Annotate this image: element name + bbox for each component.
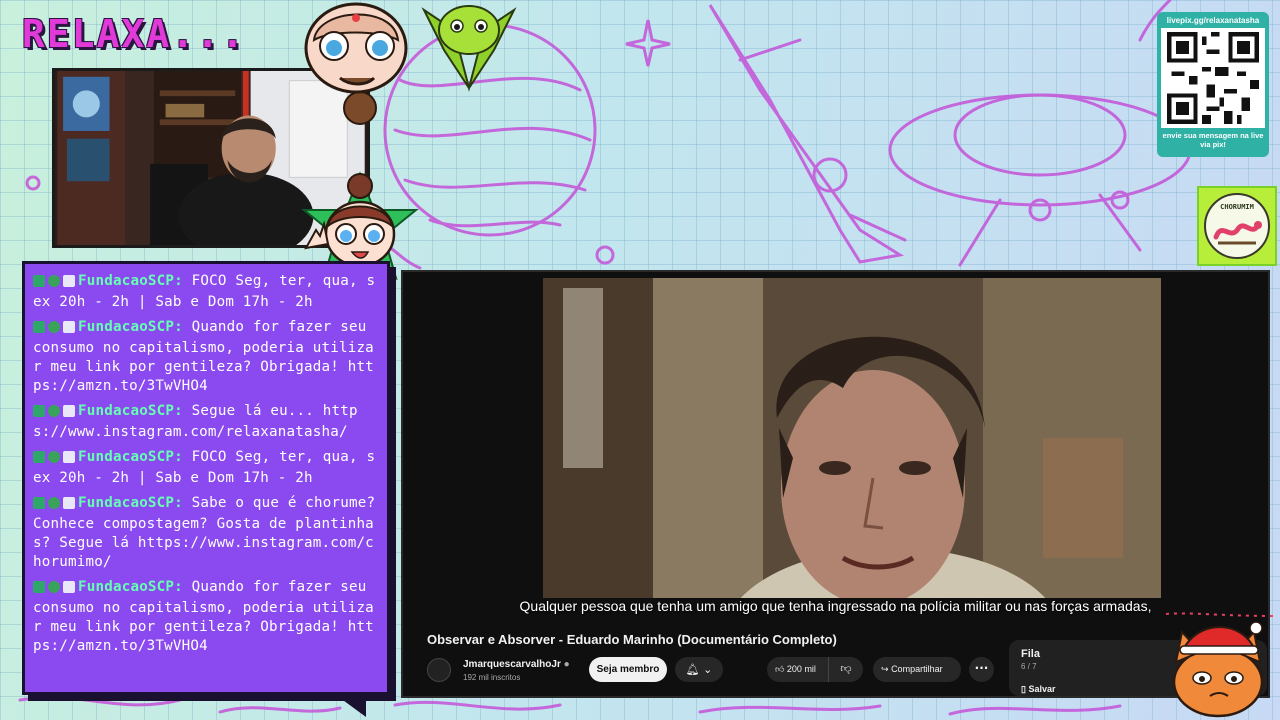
thumbs-up-icon: 👍︎ <box>775 664 785 674</box>
chat-bubble-tail <box>336 695 366 717</box>
badge-icon <box>33 451 45 463</box>
bot-badge-icon <box>63 451 75 463</box>
video-title[interactable]: Observar e Absorver - Eduardo Marinho (D… <box>427 632 837 647</box>
badge-icon <box>33 497 45 509</box>
verified-icon: ● <box>563 659 570 670</box>
badge-icon <box>33 275 45 287</box>
alien-badge-icon <box>48 451 60 463</box>
chat-message: FundacaoSCP: FOCO Seg, ter, qua, sex 20h… <box>33 448 381 488</box>
bookmark-icon: ▯ <box>1021 684 1026 694</box>
chat-username[interactable]: FundacaoSCP: <box>78 319 183 335</box>
chat-username[interactable]: FundacaoSCP: <box>78 449 183 465</box>
chat-badges <box>33 450 78 469</box>
channel-name-text[interactable]: JmarquescarvalhoJr <box>463 659 561 670</box>
badge-icon <box>33 405 45 417</box>
dislike-button[interactable]: 👎︎ <box>829 657 863 682</box>
alien-badge-icon <box>48 405 60 417</box>
share-button[interactable]: ↪ Compartilhar <box>873 657 961 682</box>
video-actions-row: JmarquescarvalhoJr ● 192 mil inscritos S… <box>427 654 997 688</box>
stream-title: RELAXA... <box>22 12 246 56</box>
chat-panel: FundacaoSCP: FOCO Seg, ter, qua, sex 20h… <box>22 261 390 695</box>
join-button[interactable]: Seja membro <box>589 657 667 682</box>
chat-badges <box>33 320 78 339</box>
chat-username[interactable]: FundacaoSCP: <box>78 403 183 419</box>
chat-message-list: FundacaoSCP: FOCO Seg, ter, qua, sex 20h… <box>33 272 381 656</box>
bot-badge-icon <box>63 581 75 593</box>
chat-username[interactable]: FundacaoSCP: <box>78 579 183 595</box>
chat-message: FundacaoSCP: Quando for fazer seu consum… <box>33 578 381 656</box>
more-options-button[interactable]: ··· <box>969 657 994 682</box>
share-label: Compartilhar <box>891 664 943 674</box>
youtube-player-panel: Qualquer pessoa que tenha um amigo que t… <box>401 270 1270 698</box>
chat-message: FundacaoSCP: Quando for fazer seu consum… <box>33 318 381 396</box>
save-label: Salvar <box>1028 684 1056 694</box>
video-player[interactable] <box>543 278 1161 598</box>
notification-bell-button[interactable]: 🔔︎ ⌄ <box>675 657 723 682</box>
chat-badges <box>33 580 78 599</box>
livepix-qr-card: livepix.gg/relaxanatasha envie sua mensa… <box>1157 12 1269 157</box>
christmas-cat-sticker <box>1165 612 1277 718</box>
worm-icon <box>1213 221 1262 245</box>
like-dislike-group: 👍︎ 200 mil 👎︎ <box>767 657 863 682</box>
save-button[interactable]: ▯ Salvar <box>1021 684 1056 695</box>
bell-icon: 🔔︎ <box>685 663 700 676</box>
qr-code-image <box>1167 32 1259 124</box>
qr-caption: envie sua mensagem na live via pix! <box>1162 131 1264 149</box>
channel-avatar[interactable] <box>427 658 451 682</box>
chorumim-badge: CHORUMIM <box>1197 186 1277 266</box>
cartoon-face-sticker <box>304 2 408 125</box>
alien-badge-icon <box>48 497 60 509</box>
channel-name[interactable]: JmarquescarvalhoJr ● <box>463 659 570 670</box>
share-icon: ↪ <box>881 664 889 674</box>
alien-badge-icon <box>48 321 60 333</box>
video-subtitle: Qualquer pessoa que tenha um amigo que t… <box>519 598 1152 614</box>
subscriber-count: 192 mil inscritos <box>463 673 521 682</box>
alien-badge-icon <box>48 581 60 593</box>
badge-icon <box>33 581 45 593</box>
bot-badge-icon <box>63 275 75 287</box>
chat-message: FundacaoSCP: Sabe o que é chorume? Conhe… <box>33 494 381 572</box>
like-count: 200 mil <box>786 664 816 674</box>
qr-url-label: livepix.gg/relaxanatasha <box>1166 16 1260 25</box>
qr-code <box>1161 28 1265 128</box>
chat-badges <box>33 404 78 423</box>
chat-message: FundacaoSCP: Segue lá eu... https://www.… <box>33 402 381 442</box>
like-button[interactable]: 👍︎ 200 mil <box>767 657 829 682</box>
chat-badges <box>33 496 78 515</box>
chat-badges <box>33 274 78 293</box>
thumbs-down-icon: 👎︎ <box>840 663 852 675</box>
green-creature-sticker <box>421 5 517 92</box>
alien-badge-icon <box>48 275 60 287</box>
bot-badge-icon <box>63 321 75 333</box>
bot-badge-icon <box>63 497 75 509</box>
chat-username[interactable]: FundacaoSCP: <box>78 495 183 511</box>
bot-badge-icon <box>63 405 75 417</box>
badge-icon <box>33 321 45 333</box>
video-frame-image <box>543 278 1161 598</box>
chevron-down-icon: ⌄ <box>703 663 713 676</box>
chat-message: FundacaoSCP: FOCO Seg, ter, qua, sex 20h… <box>33 272 381 312</box>
chat-username[interactable]: FundacaoSCP: <box>78 273 183 289</box>
chorumim-label: CHORUMIM <box>1220 203 1254 211</box>
chorumim-logo: CHORUMIM <box>1204 193 1270 259</box>
